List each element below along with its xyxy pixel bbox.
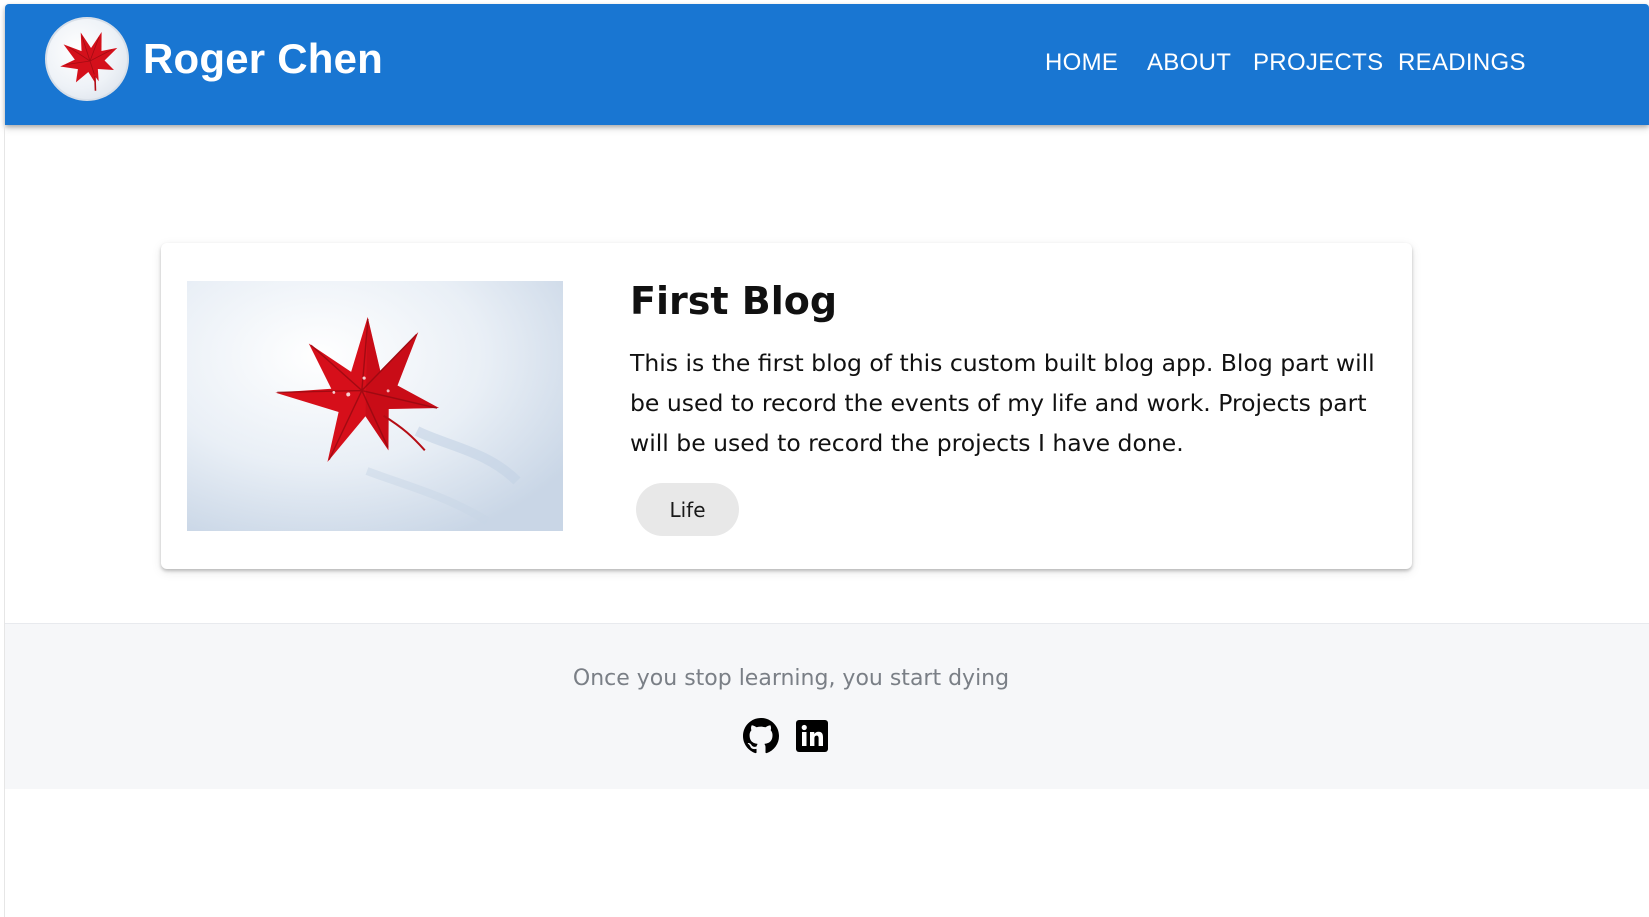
app-bar: Roger Chen HOME ABOUT PROJECTS READINGS	[5, 4, 1649, 125]
linkedin-icon[interactable]	[794, 718, 830, 754]
blog-excerpt: This is the first blog of this custom bu…	[630, 349, 1375, 457]
footer-quote: Once you stop learning, you start dying	[572, 666, 1010, 691]
footer: Once you stop learning, you start dying	[5, 623, 1649, 789]
avatar	[45, 17, 129, 101]
brand[interactable]: Roger Chen	[45, 17, 383, 101]
red-maple-leaf-on-snow-image	[187, 281, 563, 531]
page-border	[4, 125, 5, 917]
nav-projects[interactable]: PROJECTS	[1253, 49, 1383, 77]
nav-home[interactable]: HOME	[1045, 49, 1118, 77]
red-maple-leaf-icon	[60, 31, 118, 91]
brand-name: Roger Chen	[143, 35, 384, 82]
blog-card[interactable]: First Blog This is the first blog of thi…	[161, 243, 1412, 569]
blog-title[interactable]: First Blog	[630, 279, 837, 323]
github-icon[interactable]	[743, 718, 779, 754]
tag-chip-life[interactable]: Life	[636, 483, 739, 536]
blog-card-image[interactable]	[187, 281, 563, 531]
nav-readings[interactable]: READINGS	[1398, 49, 1526, 77]
page: Roger Chen HOME ABOUT PROJECTS READINGS	[0, 0, 1649, 917]
nav-about[interactable]: ABOUT	[1147, 49, 1231, 77]
